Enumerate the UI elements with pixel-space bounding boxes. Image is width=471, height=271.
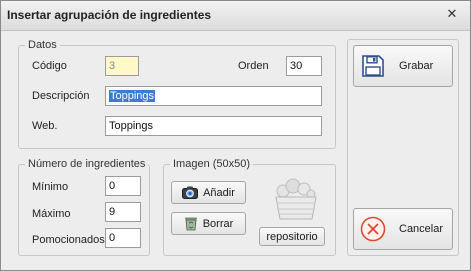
descripcion-field[interactable]: Toppings (105, 86, 322, 106)
maximo-label: Máximo (32, 208, 71, 220)
anadir-label: Añadir (203, 186, 235, 199)
imagen-legend: Imagen (50x50) (170, 157, 254, 171)
minimo-label: Mínimo (32, 181, 69, 193)
codigo-value: 3 (109, 60, 116, 72)
borrar-label: Borrar (202, 217, 234, 230)
dialog-window: Insertar agrupación de ingredientes ✕ Da… (0, 0, 471, 271)
minimo-value: 0 (109, 180, 116, 192)
anadir-button[interactable]: Añadir (171, 181, 246, 204)
title-bar[interactable]: Insertar agrupación de ingredientes ✕ (1, 1, 470, 31)
minimo-field[interactable]: 0 (105, 176, 141, 196)
cancelar-button[interactable]: Cancelar (353, 208, 453, 250)
cancelar-label: Cancelar (399, 223, 444, 235)
codigo-label: Código (32, 60, 67, 72)
maximo-value: 9 (109, 206, 116, 218)
floppy-disk-icon (362, 55, 384, 77)
close-icon[interactable]: ✕ (444, 6, 460, 22)
grabar-button[interactable]: Grabar (353, 45, 453, 87)
recycle-bin-icon (184, 217, 197, 231)
pomocionados-value: 0 (109, 232, 116, 244)
datos-legend: Datos (25, 38, 60, 52)
repositorio-label: repositorio (266, 230, 318, 243)
pomocionados-field[interactable]: 0 (105, 228, 141, 248)
pomocionados-label: Pomocionados (32, 234, 105, 246)
web-value: Toppings (109, 120, 154, 132)
web-field[interactable]: Toppings (105, 116, 322, 136)
borrar-button[interactable]: Borrar (171, 212, 246, 235)
grabar-label: Grabar (399, 60, 434, 72)
web-label: Web. (32, 120, 58, 132)
repositorio-button[interactable]: repositorio (259, 227, 325, 246)
maximo-field[interactable]: 9 (105, 202, 141, 222)
ingredients-basket-icon[interactable] (273, 177, 319, 221)
window-title: Insertar agrupación de ingredientes (7, 8, 212, 22)
codigo-field[interactable]: 3 (105, 56, 139, 76)
orden-value: 30 (290, 60, 303, 72)
orden-field[interactable]: 30 (286, 56, 322, 76)
numero-legend: Número de ingredientes (25, 157, 149, 171)
orden-label: Orden (238, 60, 269, 72)
descripcion-value: Toppings (109, 90, 156, 102)
cancel-circle-icon (360, 216, 386, 242)
descripcion-label: Descripción (32, 90, 90, 102)
camera-icon (182, 186, 199, 199)
